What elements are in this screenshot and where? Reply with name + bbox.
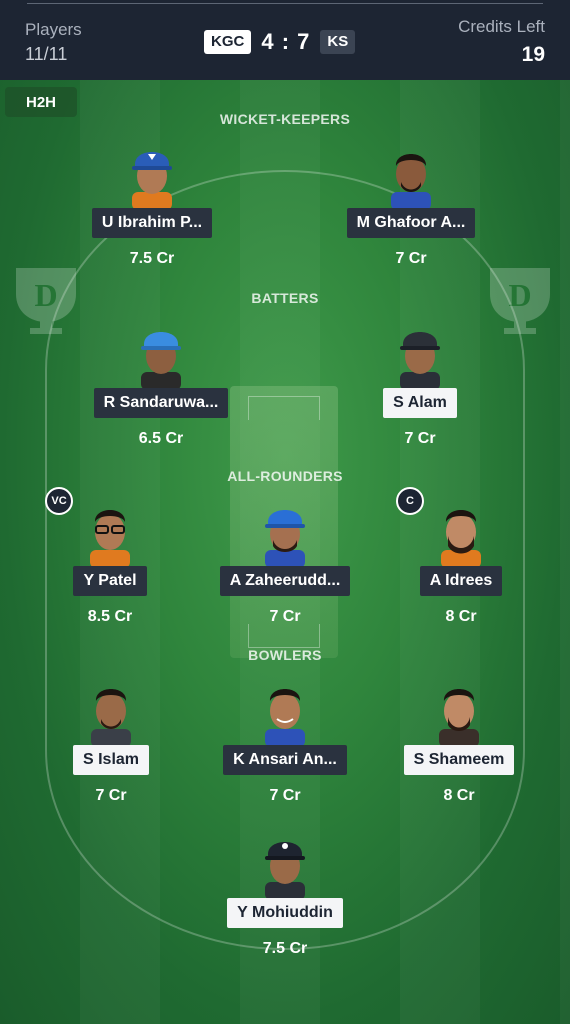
player-name: Y Patel <box>73 566 147 596</box>
player-name: K Ansari An... <box>223 745 347 775</box>
player-card-bowl2[interactable]: K Ansari An... 7 Cr <box>210 675 360 805</box>
players-label: Players <box>25 20 82 39</box>
player-card-bat1[interactable]: R Sandaruwa... 6.5 Cr <box>86 318 236 448</box>
player-avatar <box>133 318 189 390</box>
scoreboard: KGC 4 : 7 KS <box>204 29 356 55</box>
player-name: Y Mohiuddin <box>227 898 343 928</box>
player-name: R Sandaruwa... <box>93 388 229 418</box>
crease-bottom <box>248 624 320 648</box>
match-header: Players 11/11 KGC 4 : 7 KS Credits Left … <box>0 0 570 80</box>
credits-left-value: 19 <box>521 43 545 66</box>
player-avatar <box>82 496 138 568</box>
player-card-bowl4[interactable]: Y Mohiuddin 7.5 Cr <box>210 828 360 958</box>
player-credits: 7.5 Cr <box>129 250 175 267</box>
player-card-wk1[interactable]: U Ibrahim P... 7.5 Cr <box>77 138 227 268</box>
team-b-badge: KS <box>320 30 356 54</box>
player-credits: 7 Cr <box>269 608 301 625</box>
team-count-score: 4 : 7 <box>261 29 311 54</box>
player-avatar <box>392 318 448 390</box>
credits-left-label: Credits Left <box>458 17 545 36</box>
section-batters: BATTERS <box>251 290 319 306</box>
player-card-ar3[interactable]: A Idrees 8 Cr <box>386 496 536 626</box>
players-count: 11/11 <box>25 44 68 64</box>
player-avatar <box>431 675 487 747</box>
player-name: A Zaheerudd... <box>219 566 351 596</box>
section-all-rounders: ALL-ROUNDERS <box>227 468 343 484</box>
player-card-bowl3[interactable]: S Shameem 8 Cr <box>384 675 534 805</box>
player-avatar <box>433 496 489 568</box>
player-credits: 6.5 Cr <box>138 430 184 447</box>
player-credits: 7 Cr <box>404 430 436 447</box>
player-avatar <box>257 496 313 568</box>
player-credits: 7 Cr <box>395 250 427 267</box>
team-a-badge: KGC <box>204 30 252 54</box>
player-name: U Ibrahim P... <box>91 208 213 238</box>
player-name: A Idrees <box>419 566 503 596</box>
player-name: S Alam <box>383 388 457 418</box>
player-card-bowl1[interactable]: S Islam 7 Cr <box>36 675 186 805</box>
player-credits: 7.5 Cr <box>262 940 308 957</box>
cricket-field: D D H2H WICKET-KEEPERS BATTERS ALL-ROUND… <box>0 80 570 1024</box>
player-avatar <box>257 675 313 747</box>
player-name: M Ghafoor A... <box>346 208 476 238</box>
section-wicket-keepers: WICKET-KEEPERS <box>219 111 351 127</box>
player-card-ar2[interactable]: A Zaheerudd... 7 Cr <box>210 496 360 626</box>
player-credits: 8 Cr <box>445 608 477 625</box>
player-credits: 7 Cr <box>269 787 301 804</box>
header-divider <box>27 3 543 4</box>
player-avatar <box>383 138 439 210</box>
player-name: S Shameem <box>403 745 515 775</box>
player-avatar <box>83 675 139 747</box>
player-card-wk2[interactable]: M Ghafoor A... 7 Cr <box>336 138 486 268</box>
player-card-ar1[interactable]: Y Patel 8.5 Cr <box>35 496 185 626</box>
player-avatar <box>257 828 313 900</box>
player-credits: 7 Cr <box>95 787 127 804</box>
player-name: S Islam <box>72 745 150 775</box>
player-credits: 8 Cr <box>443 787 475 804</box>
section-bowlers: BOWLERS <box>248 647 322 663</box>
player-credits: 8.5 Cr <box>87 608 133 625</box>
player-avatar <box>124 138 180 210</box>
crease-top <box>248 396 320 420</box>
player-card-bat2[interactable]: S Alam 7 Cr <box>345 318 495 448</box>
